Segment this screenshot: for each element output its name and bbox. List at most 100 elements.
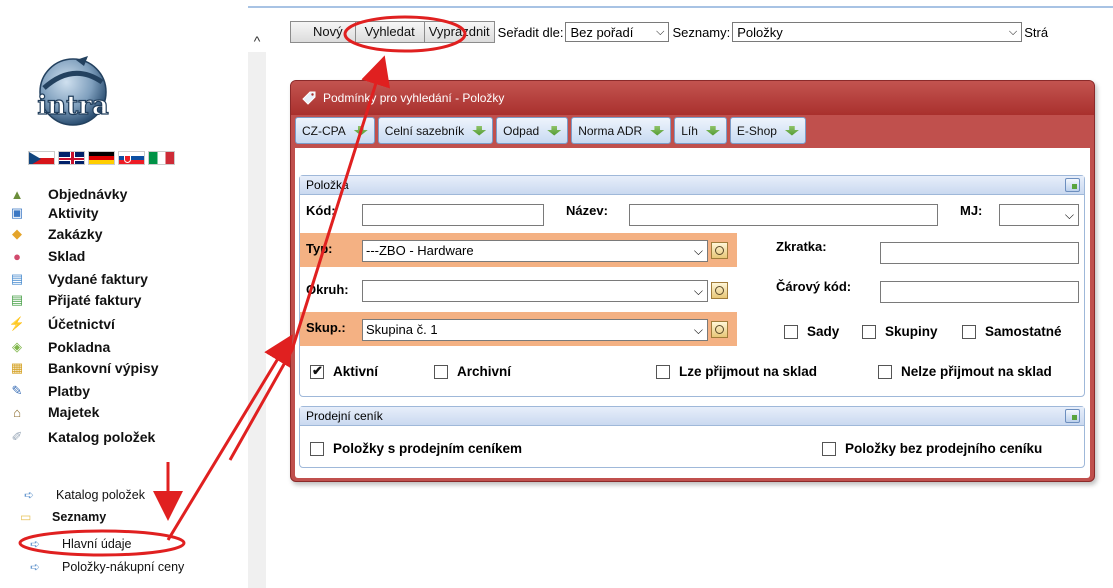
panel-body: Položka Kód: Název: MJ: ⌵ Typ: ---ZBO - … xyxy=(295,148,1090,478)
arrow-down-icon xyxy=(547,125,562,136)
menu-item-catalog[interactable]: ✐ Katalog položek xyxy=(8,427,243,447)
without-price-checkbox[interactable]: Položky bez prodejního ceníku xyxy=(822,441,1042,456)
menu-item-received-invoices[interactable]: ▤ Přijaté faktury xyxy=(8,290,243,310)
flag-sk-icon[interactable] xyxy=(118,151,145,165)
toolbar: Nový Vyhledat Vyprázdnit Seřadit dle: Be… xyxy=(290,20,1048,44)
page-label: Strá xyxy=(1024,24,1049,40)
bank-statements-icon: ▦ xyxy=(10,360,24,375)
tab-cz-cpa[interactable]: CZ-CPA xyxy=(295,117,375,144)
catalog-icon: ✐ xyxy=(11,429,23,444)
menu-item-property[interactable]: ⌂ Majetek xyxy=(8,402,243,422)
area-select[interactable]: ⌵ xyxy=(362,280,708,302)
scroll-up-icon[interactable]: ^ xyxy=(248,32,266,50)
barcode-label: Čárový kód: xyxy=(776,279,852,294)
arrow-right-icon: ➪ xyxy=(30,537,41,551)
collapse-icon[interactable] xyxy=(1065,409,1080,423)
menu-item-accounting[interactable]: ⚡ Účetnictví xyxy=(8,314,243,334)
tab-adr[interactable]: Norma ADR xyxy=(571,117,672,144)
scrollbar-track[interactable] xyxy=(248,52,266,588)
name-input[interactable] xyxy=(629,204,938,226)
new-button[interactable]: Nový xyxy=(290,21,356,43)
cannot-stock-checkbox[interactable]: Nelze přijmout na sklad xyxy=(878,364,1052,379)
type-lookup-icon[interactable] xyxy=(711,242,728,259)
lists-label: Seznamy: xyxy=(672,24,731,40)
menu-item-orders[interactable]: ▲ Objednávky xyxy=(8,184,243,204)
active-checkbox[interactable]: Aktivní xyxy=(310,363,378,379)
issued-invoices-icon: ▤ xyxy=(10,271,24,286)
tab-eshop[interactable]: E-Shop xyxy=(729,117,806,144)
menu-item-payments[interactable]: ✎ Platby xyxy=(8,381,243,401)
flag-gb-icon[interactable] xyxy=(58,151,85,165)
flag-cz-icon[interactable] xyxy=(28,151,55,165)
name-label: Název: xyxy=(566,203,608,218)
jobs-icon: ◆ xyxy=(12,226,22,241)
flag-it-icon[interactable] xyxy=(148,151,175,165)
standalone-checkbox[interactable]: Samostatné xyxy=(962,324,1062,339)
archive-checkbox[interactable]: Archivní xyxy=(434,364,511,379)
type-select[interactable]: ---ZBO - Hardware ⌵ xyxy=(362,240,708,262)
shortcut-label: Zkratka: xyxy=(776,239,827,254)
item-group: Položka Kód: Název: MJ: ⌵ Typ: ---ZBO - … xyxy=(299,175,1085,397)
can-stock-checkbox[interactable]: Lze přijmout na sklad xyxy=(656,364,817,379)
submenu-main-data[interactable]: ➪ Hlavní údaje xyxy=(30,535,132,553)
menu-item-issued-invoices[interactable]: ▤ Vydané faktury xyxy=(8,269,243,289)
unit-label: MJ: xyxy=(960,203,983,218)
submenu-folder-lists[interactable]: ▭ Seznamy xyxy=(20,508,106,526)
cashbox-icon: ◈ xyxy=(12,339,22,354)
area-label: Okruh: xyxy=(306,282,349,297)
tag-icon xyxy=(302,91,316,105)
arrow-down-icon xyxy=(353,125,368,136)
clear-button[interactable]: Vyprázdnit xyxy=(423,21,495,43)
app-window: intra ▲ Objednávky ▣ Aktivity ◆ Zakázky ● Sk… xyxy=(0,0,1113,588)
orders-icon: ▲ xyxy=(10,186,24,202)
group-lookup-icon[interactable] xyxy=(711,321,728,338)
payments-icon: ✎ xyxy=(11,383,23,398)
panel-title: Podmínky pro vyhledání - Položky xyxy=(291,81,1094,115)
chevron-down-icon: ⌵ xyxy=(1008,25,1018,38)
collapse-icon[interactable] xyxy=(1065,178,1080,192)
with-price-checkbox[interactable]: Položky s prodejním ceníkem xyxy=(310,441,522,456)
received-invoices-icon: ▤ xyxy=(10,292,24,307)
menu-item-bank-statements[interactable]: ▦ Bankovní výpisy xyxy=(8,358,243,378)
groups-checkbox[interactable]: Skupiny xyxy=(862,324,938,339)
area-lookup-icon[interactable] xyxy=(711,282,728,299)
arrow-down-icon xyxy=(784,125,799,136)
search-button[interactable]: Vyhledat xyxy=(354,21,425,43)
search-conditions-panel: Podmínky pro vyhledání - Položky CZ-CPA … xyxy=(290,80,1095,482)
tab-customs-tariff[interactable]: Celní sazebník xyxy=(377,117,494,144)
chevron-down-icon: ⌵ xyxy=(693,284,703,298)
submenu-catalog-items[interactable]: ➪ Katalog položek xyxy=(24,486,145,504)
chevron-down-icon: ⌵ xyxy=(693,244,703,258)
code-input[interactable] xyxy=(362,204,544,226)
tab-waste[interactable]: Odpad xyxy=(496,117,569,144)
flag-de-icon[interactable] xyxy=(88,151,115,165)
group-select[interactable]: Skupina č. 1 ⌵ xyxy=(362,319,708,341)
price-group-header: Prodejní ceník xyxy=(300,407,1084,426)
chevron-down-icon: ⌵ xyxy=(1064,208,1074,222)
sets-checkbox[interactable]: Sady xyxy=(784,324,839,339)
lists-select[interactable]: Položky ⌵ xyxy=(732,22,1023,42)
tab-alcohol[interactable]: Líh xyxy=(674,117,727,144)
chevron-down-icon: ⌵ xyxy=(693,323,703,337)
menu-item-activities[interactable]: ▣ Aktivity xyxy=(8,203,243,223)
sort-select[interactable]: Bez pořadí ⌵ xyxy=(565,22,670,42)
accounting-icon: ⚡ xyxy=(8,316,26,331)
activities-icon: ▣ xyxy=(10,205,24,220)
property-icon: ⌂ xyxy=(13,404,21,420)
sidebar: intra ▲ Objednávky ▣ Aktivity ◆ Zakázky ● Sk… xyxy=(0,0,248,588)
type-label: Typ: xyxy=(306,241,333,256)
chevron-down-icon: ⌵ xyxy=(656,25,665,38)
sort-label: Seřadit dle: xyxy=(497,24,564,40)
menu-item-cashbox[interactable]: ◈ Pokladna xyxy=(8,337,243,357)
submenu-purchase-prices[interactable]: ➪ Položky-nákupní ceny xyxy=(30,558,184,576)
intra-logo: intra xyxy=(37,56,109,126)
price-group: Prodejní ceník Položky s prodejním ceník… xyxy=(299,406,1085,468)
shortcut-input[interactable] xyxy=(880,242,1079,264)
unit-select[interactable]: ⌵ xyxy=(999,204,1079,226)
language-flags xyxy=(28,151,175,165)
arrow-down-icon xyxy=(650,125,665,136)
code-label: Kód: xyxy=(306,203,336,218)
menu-item-warehouse[interactable]: ● Sklad xyxy=(8,246,243,266)
barcode-input[interactable] xyxy=(880,281,1079,303)
menu-item-jobs[interactable]: ◆ Zakázky xyxy=(8,224,243,244)
